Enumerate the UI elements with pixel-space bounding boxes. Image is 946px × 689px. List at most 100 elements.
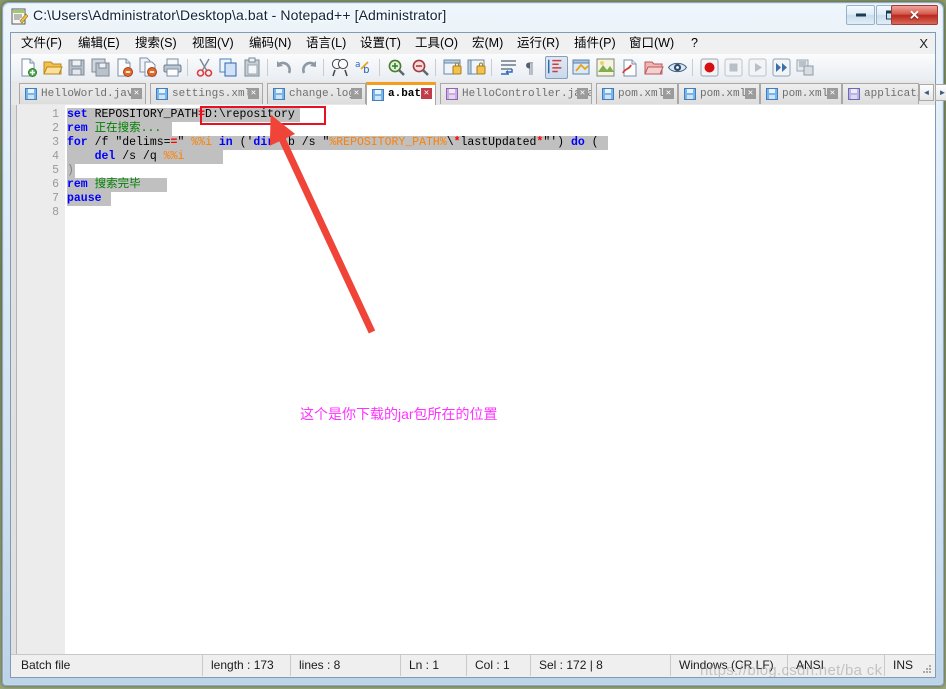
code-line[interactable]: ): [67, 164, 75, 178]
menu-macro[interactable]: 宏(M): [468, 35, 507, 52]
macro-save-icon[interactable]: [795, 57, 816, 78]
show-all-characters-icon[interactable]: ¶: [522, 57, 543, 78]
code-token: /b /s ": [274, 136, 330, 149]
tab-close-icon[interactable]: ✕: [577, 88, 588, 99]
tab-hellocontroller-java[interactable]: HelloController.java ✕: [440, 83, 592, 104]
line-number: 2: [52, 122, 59, 135]
save-all-icon[interactable]: [90, 57, 111, 78]
code-line[interactable]: for /f "delims==" %%i in ('dir /b /s "%R…: [67, 136, 608, 150]
print-icon[interactable]: [162, 57, 183, 78]
save-icon[interactable]: [66, 57, 87, 78]
minimize-button[interactable]: [846, 5, 875, 25]
sync-vertical-scroll-icon[interactable]: [442, 57, 463, 78]
tab-close-icon[interactable]: ✕: [663, 88, 674, 99]
editor-area[interactable]: 1 2 3 4 5 6 7 8 set REPOSITORY_PATH=D:\r…: [11, 105, 935, 655]
new-file-icon[interactable]: [18, 57, 39, 78]
zoom-in-icon[interactable]: [386, 57, 407, 78]
status-selection: Sel : 172 | 8: [531, 655, 671, 676]
user-defined-dialog-icon[interactable]: [571, 57, 592, 78]
show-indent-guide-icon[interactable]: [545, 56, 568, 79]
tab-close-icon[interactable]: ✕: [248, 88, 259, 99]
undo-icon[interactable]: [274, 57, 295, 78]
saved-file-icon: [848, 88, 860, 100]
code-token: "'): [543, 136, 571, 149]
macro-play-icon[interactable]: [747, 57, 768, 78]
tab-application[interactable]: applicati: [842, 83, 919, 104]
menu-help[interactable]: ?: [687, 35, 702, 52]
tab-label: pom.xml: [700, 88, 747, 100]
line-number: 3: [52, 136, 59, 149]
menu-run[interactable]: 运行(R): [513, 35, 563, 52]
saved-file-icon: [273, 88, 285, 100]
code-line[interactable]: rem 搜索完毕: [67, 178, 167, 192]
code-text[interactable]: set REPOSITORY_PATH=D:\repository rem 正在搜…: [67, 105, 935, 655]
tab-label: pom.xml: [782, 88, 829, 100]
tab-pom-xml-3[interactable]: pom.xml ✕: [760, 83, 842, 104]
copy-icon[interactable]: [218, 57, 239, 78]
zoom-out-icon[interactable]: [410, 57, 431, 78]
close-file-icon[interactable]: [114, 57, 135, 78]
menu-settings[interactable]: 设置(T): [356, 35, 405, 52]
menu-plugins[interactable]: 插件(P): [570, 35, 620, 52]
close-all-icon[interactable]: [138, 57, 159, 78]
tab-scroll-right-button[interactable]: ►: [935, 84, 946, 101]
line-number: 6: [52, 178, 59, 191]
macro-stop-icon[interactable]: [723, 57, 744, 78]
tab-label: pom.xml: [618, 88, 665, 100]
window-title: C:\Users\Administrator\Desktop\a.bat - N…: [33, 7, 447, 23]
tab-scroll-left-button[interactable]: ◄: [919, 84, 934, 101]
line-number: 1: [52, 108, 59, 121]
tab-close-icon[interactable]: ✕: [351, 88, 362, 99]
tab-change-log[interactable]: change.log ✕: [267, 83, 366, 104]
menu-encoding[interactable]: 编码(N): [245, 35, 295, 52]
code-line[interactable]: del /s /q %%i: [67, 150, 223, 164]
tab-settings-xml[interactable]: settings.xml ✕: [150, 83, 263, 104]
code-token: /f: [87, 136, 116, 149]
word-wrap-icon[interactable]: [498, 57, 519, 78]
menu-tools[interactable]: 工具(O): [411, 35, 462, 52]
menu-language[interactable]: 语言(L): [302, 35, 350, 52]
replace-icon[interactable]: a b: [354, 57, 375, 78]
macro-record-icon[interactable]: [699, 57, 720, 78]
saved-file-icon: [766, 88, 778, 100]
tab-close-icon[interactable]: ✕: [745, 88, 756, 99]
saved-file-icon: [602, 88, 614, 100]
code-token: (': [232, 136, 254, 149]
tab-close-icon[interactable]: ✕: [421, 88, 432, 99]
tab-close-icon[interactable]: ✕: [131, 88, 142, 99]
tab-pom-xml-2[interactable]: pom.xml ✕: [678, 83, 760, 104]
code-line[interactable]: rem 正在搜索...: [67, 122, 172, 136]
macro-play-multiple-icon[interactable]: [771, 57, 792, 78]
selection-highlight: del /s /q %%i: [67, 150, 223, 164]
cut-icon[interactable]: [194, 57, 215, 78]
code-token: set: [67, 108, 88, 121]
folder-as-workspace-icon[interactable]: [643, 57, 664, 78]
redo-icon[interactable]: [298, 57, 319, 78]
menu-window[interactable]: 窗口(W): [625, 35, 678, 52]
document-map-icon[interactable]: [595, 57, 616, 78]
tab-helloworld-java[interactable]: HelloWorld.java ✕: [19, 83, 146, 104]
menu-search[interactable]: 搜索(S): [131, 35, 181, 52]
svg-text:a: a: [355, 60, 360, 70]
menu-close-document-button[interactable]: X: [919, 35, 928, 52]
find-icon[interactable]: [330, 57, 351, 78]
close-button[interactable]: ✕: [891, 5, 938, 25]
resize-grip-icon[interactable]: [921, 663, 933, 675]
open-file-icon[interactable]: [42, 57, 63, 78]
tab-pom-xml-1[interactable]: pom.xml ✕: [596, 83, 678, 104]
tab-close-icon[interactable]: ✕: [827, 88, 838, 99]
saved-file-icon: [156, 88, 168, 100]
code-token: ): [67, 164, 74, 177]
paste-icon[interactable]: [242, 57, 263, 78]
code-token: *: [453, 136, 461, 149]
monitoring-icon[interactable]: [667, 57, 688, 78]
sync-horizontal-scroll-icon[interactable]: [466, 57, 487, 78]
toolbar-separator: [267, 59, 268, 76]
client-area: 文件(F) 编辑(E) 搜索(S) 视图(V) 编码(N) 语言(L) 设置(T…: [10, 32, 946, 678]
menu-file[interactable]: 文件(F): [17, 35, 66, 52]
function-list-icon[interactable]: [619, 57, 640, 78]
menu-edit[interactable]: 编辑(E): [74, 35, 124, 52]
menu-view[interactable]: 视图(V): [188, 35, 238, 52]
tab-a-bat[interactable]: a.bat ✕: [366, 82, 436, 105]
code-line[interactable]: pause: [67, 192, 111, 206]
